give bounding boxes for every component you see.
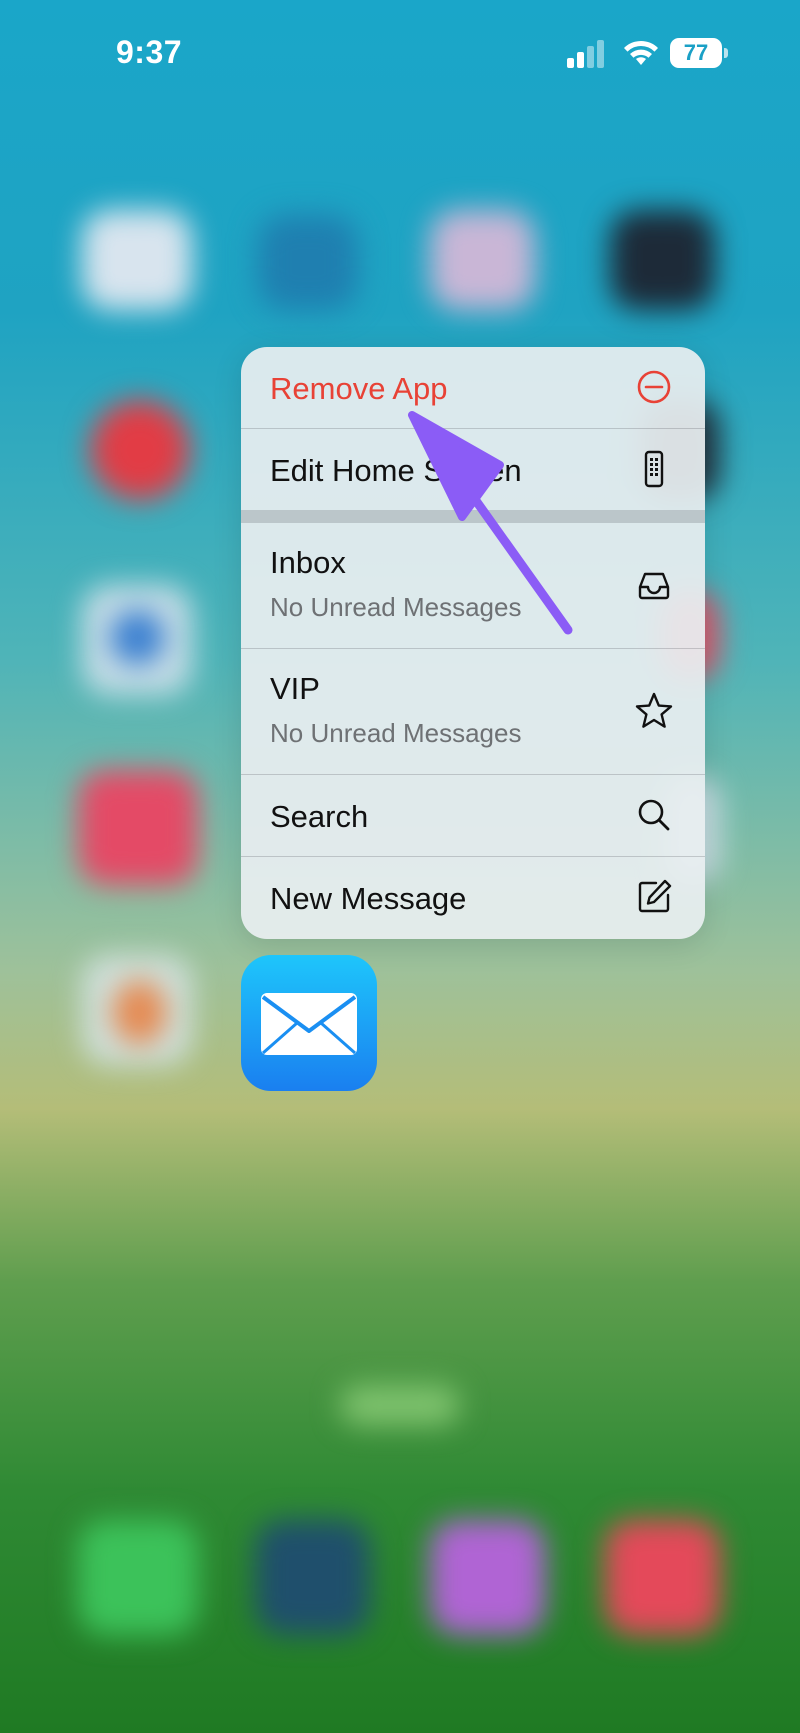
compose-icon	[632, 875, 676, 919]
menu-item-vip[interactable]: VIP No Unread Messages	[241, 649, 705, 774]
menu-item-label: Search	[270, 799, 369, 834]
wifi-icon	[622, 38, 660, 73]
cellular-signal-icon	[567, 40, 607, 73]
status-bar: 9:37 77	[0, 0, 800, 110]
magnifier-icon	[632, 793, 676, 837]
clock: 9:37	[116, 34, 183, 70]
mail-app-icon[interactable]	[241, 955, 377, 1091]
minus-circle-icon	[632, 365, 676, 409]
menu-item-label: Inbox	[270, 545, 346, 580]
envelope-icon	[259, 991, 359, 1062]
menu-item-new-message[interactable]: New Message	[241, 857, 705, 939]
annotation-arrow	[408, 411, 573, 635]
star-icon	[632, 689, 676, 733]
tray-icon	[632, 563, 676, 607]
battery-icon: 77	[670, 38, 728, 68]
menu-item-label: Remove App	[270, 371, 448, 406]
menu-item-subtitle: No Unread Messages	[270, 718, 522, 748]
menu-item-label: New Message	[270, 881, 467, 916]
battery-percentage: 77	[683, 40, 709, 65]
menu-item-label: VIP	[270, 671, 320, 706]
phone-grid-icon	[632, 447, 676, 491]
menu-item-search[interactable]: Search	[241, 775, 705, 856]
